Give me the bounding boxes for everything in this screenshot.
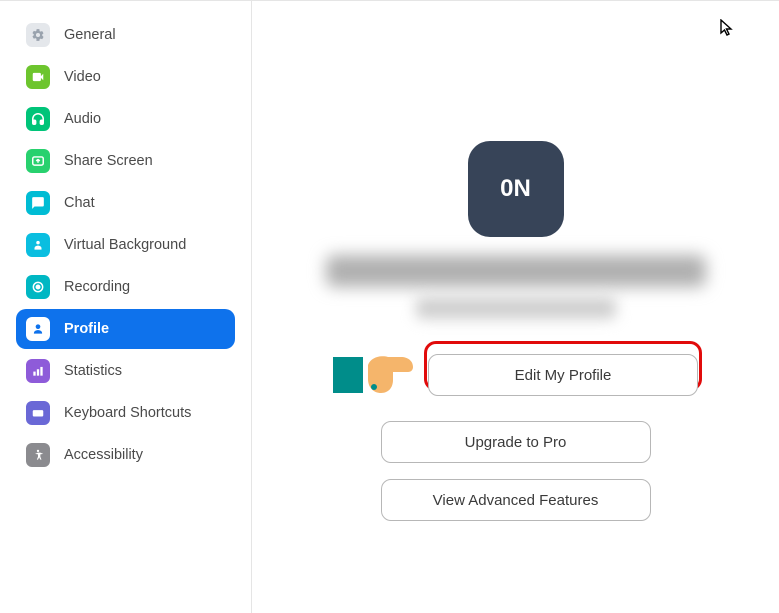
- hand-pointer-icon: [333, 345, 423, 405]
- virtual-background-icon: [26, 233, 50, 257]
- advanced-features-button[interactable]: View Advanced Features: [381, 479, 651, 521]
- chat-icon: [26, 191, 50, 215]
- sidebar-item-accessibility[interactable]: Accessibility: [16, 435, 235, 475]
- headphones-icon: [26, 107, 50, 131]
- button-label: Edit My Profile: [515, 367, 612, 384]
- sidebar-item-recording[interactable]: Recording: [16, 267, 235, 307]
- sidebar-item-video[interactable]: Video: [16, 57, 235, 97]
- recording-icon: [26, 275, 50, 299]
- sidebar-item-profile[interactable]: Profile: [16, 309, 235, 349]
- avatar-initials: 0N: [500, 175, 531, 203]
- profile-sub-redacted: [416, 297, 616, 319]
- gear-icon: [26, 23, 50, 47]
- sidebar-item-label: Recording: [64, 279, 130, 295]
- sidebar-item-label: Share Screen: [64, 153, 153, 169]
- profile-panel: 0N Edit My Profile Upgrade to Pro View: [252, 1, 779, 613]
- sidebar-item-label: Accessibility: [64, 447, 143, 463]
- sidebar-item-audio[interactable]: Audio: [16, 99, 235, 139]
- avatar: 0N: [468, 141, 564, 237]
- video-icon: [26, 65, 50, 89]
- sidebar-item-label: Profile: [64, 321, 109, 337]
- sidebar-item-share-screen[interactable]: Share Screen: [16, 141, 235, 181]
- profile-name-redacted: [326, 255, 706, 287]
- sidebar-item-statistics[interactable]: Statistics: [16, 351, 235, 391]
- share-screen-icon: [26, 149, 50, 173]
- sidebar-item-label: Chat: [64, 195, 95, 211]
- sidebar-item-label: Keyboard Shortcuts: [64, 405, 191, 421]
- button-label: View Advanced Features: [433, 492, 599, 509]
- keyboard-icon: [26, 401, 50, 425]
- sidebar-item-chat[interactable]: Chat: [16, 183, 235, 223]
- accessibility-icon: [26, 443, 50, 467]
- cursor-icon: [720, 19, 736, 42]
- button-label: Upgrade to Pro: [465, 434, 567, 451]
- sidebar-item-virtual-background[interactable]: Virtual Background: [16, 225, 235, 265]
- upgrade-button[interactable]: Upgrade to Pro: [381, 421, 651, 463]
- edit-profile-button[interactable]: Edit My Profile: [428, 354, 698, 396]
- settings-sidebar: General Video Audio Share Screen Chat: [0, 1, 252, 613]
- profile-icon: [26, 317, 50, 341]
- sidebar-item-label: General: [64, 27, 116, 43]
- sidebar-item-general[interactable]: General: [16, 15, 235, 55]
- sidebar-item-label: Video: [64, 69, 101, 85]
- sidebar-item-label: Virtual Background: [64, 237, 186, 253]
- sidebar-item-keyboard-shortcuts[interactable]: Keyboard Shortcuts: [16, 393, 235, 433]
- sidebar-item-label: Audio: [64, 111, 101, 127]
- statistics-icon: [26, 359, 50, 383]
- sidebar-item-label: Statistics: [64, 363, 122, 379]
